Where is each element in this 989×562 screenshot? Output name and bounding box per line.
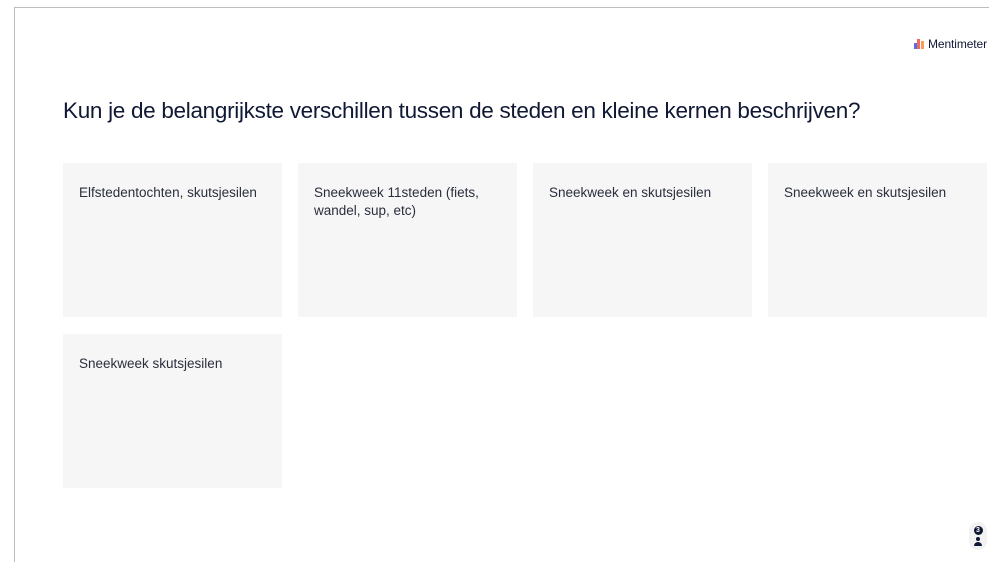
response-card: Elfstedentochten, skutsjesilen xyxy=(63,163,282,317)
brand-name: Mentimeter xyxy=(927,37,987,51)
response-card: Sneekweek en skutsjesilen xyxy=(768,163,987,317)
mentimeter-logo-icon xyxy=(913,39,924,49)
question-title: Kun je de belangrijkste verschillen tuss… xyxy=(63,98,861,123)
response-card: Sneekweek 11steden (fiets, wandel, sup, … xyxy=(298,163,517,317)
presentation-slide: Mentimeter Kun je de belangrijkste versc… xyxy=(14,7,989,562)
brand-logo: Mentimeter xyxy=(913,37,987,51)
response-card: Sneekweek en skutsjesilen xyxy=(533,163,752,317)
response-card: Sneekweek skutsjesilen xyxy=(63,334,282,488)
participant-counter[interactable]: 3 xyxy=(969,522,987,550)
participant-count: 3 xyxy=(973,526,983,535)
response-grid: Elfstedentochten, skutsjesilen Sneekweek… xyxy=(63,163,988,488)
person-icon xyxy=(974,537,982,546)
